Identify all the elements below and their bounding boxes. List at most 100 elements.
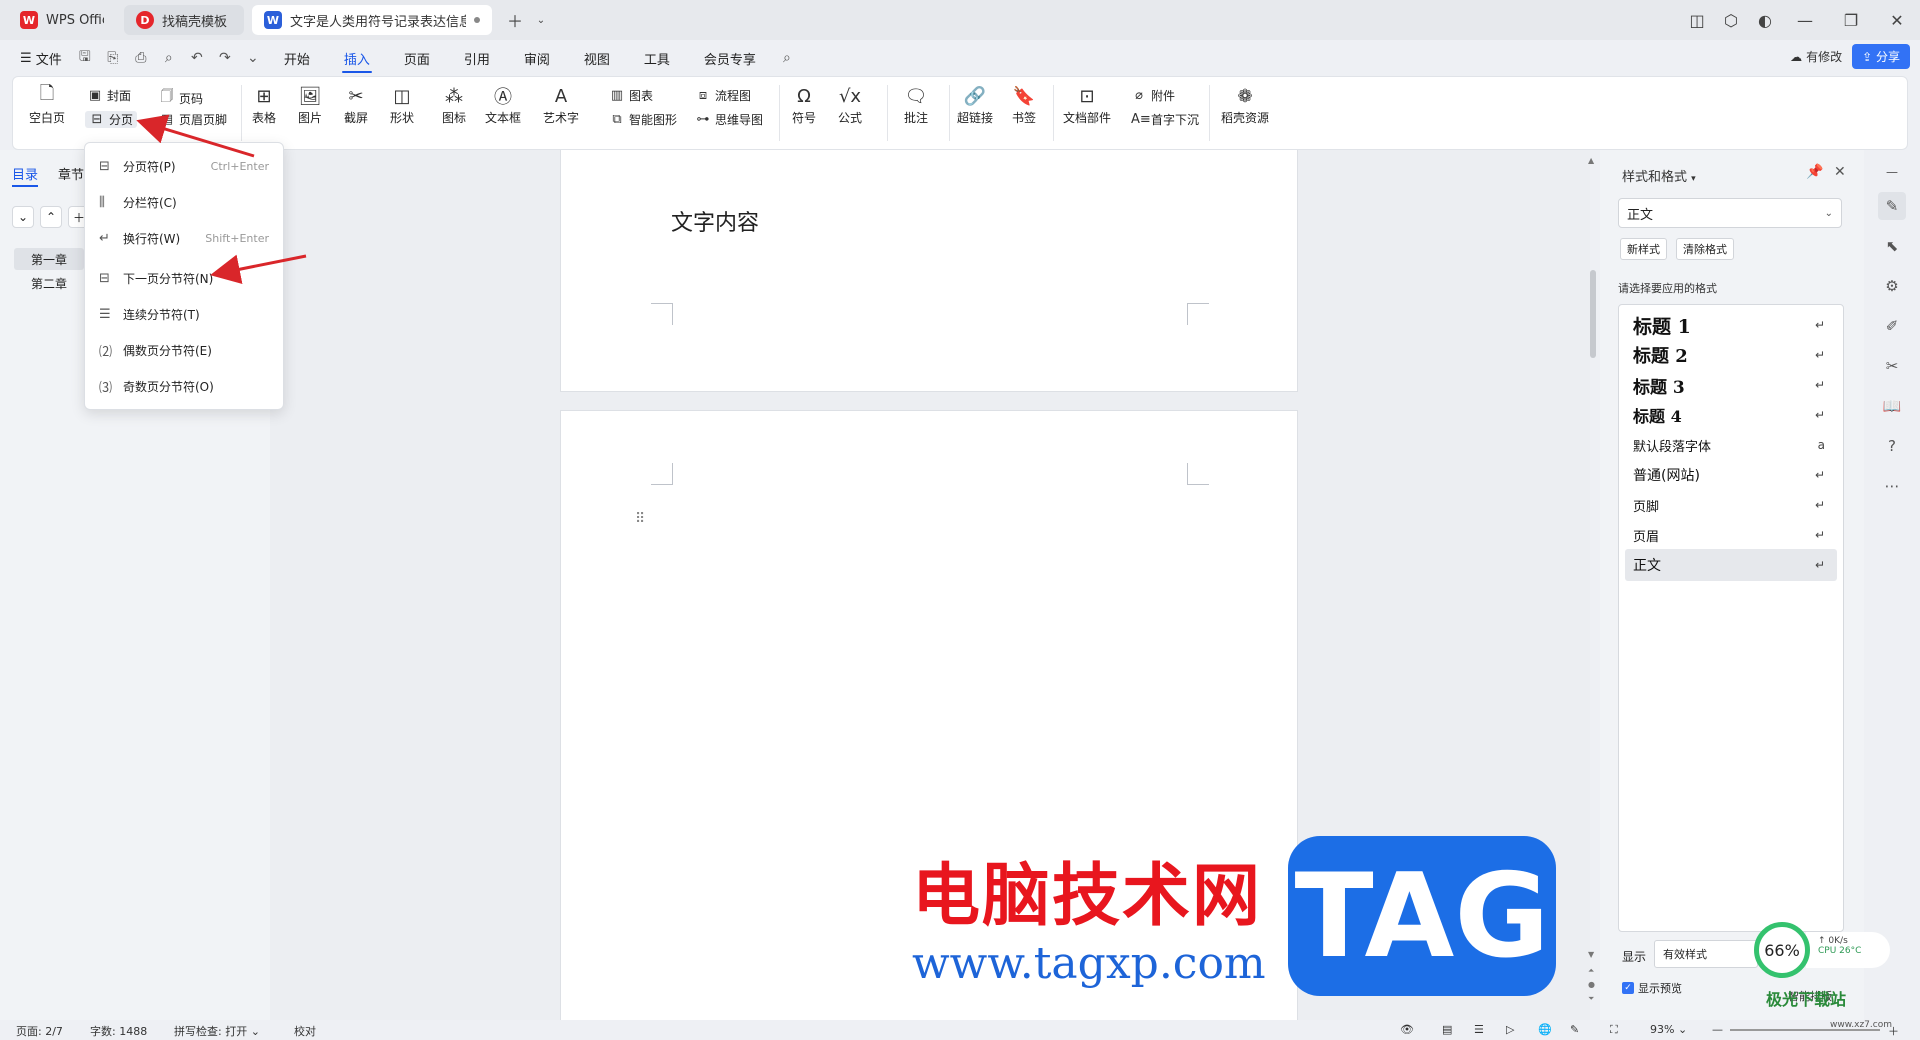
header-footer-button[interactable]: ▤ 页眉页脚 bbox=[159, 111, 227, 128]
close-window-icon[interactable]: ✕ bbox=[1874, 0, 1920, 40]
shape-button[interactable]: ◫ 形状 bbox=[389, 83, 415, 126]
show-preview-checkbox[interactable]: ✓ 显示预览 bbox=[1622, 980, 1682, 996]
save-icon[interactable]: 🖫 bbox=[74, 47, 96, 69]
word-count[interactable]: 字数: 1488 bbox=[90, 1023, 147, 1039]
flowchart-button[interactable]: ⧈ 流程图 bbox=[695, 87, 751, 104]
tab-template[interactable]: D 找稿壳模板 bbox=[124, 5, 244, 35]
chart-button[interactable]: ▥ 图表 bbox=[609, 87, 653, 104]
minimize-icon[interactable]: — bbox=[1782, 0, 1828, 40]
search-icon[interactable]: ⌕ bbox=[776, 47, 798, 69]
zoom-out-icon[interactable]: — bbox=[1712, 1023, 1723, 1036]
menu-insert[interactable]: 插入 bbox=[330, 43, 384, 73]
menu-home[interactable]: 开始 bbox=[270, 43, 324, 73]
wordart-button[interactable]: A 艺术字 bbox=[543, 83, 579, 126]
screenshot-button[interactable]: ✂ 截屏 bbox=[343, 83, 369, 126]
tab-document[interactable]: W 文字是人类用符号记录表达信息以 bbox=[252, 5, 492, 35]
page-count[interactable]: 页面: 2/7 bbox=[16, 1023, 63, 1039]
outline-view-icon[interactable]: ☰ bbox=[1474, 1023, 1484, 1036]
restore-icon[interactable]: ❐ bbox=[1828, 0, 1874, 40]
cube-icon[interactable]: ⬡ bbox=[1714, 0, 1748, 40]
hyperlink-button[interactable]: 🔗 超链接 bbox=[957, 83, 993, 126]
panel-title[interactable]: 样式和格式 ▾ bbox=[1622, 166, 1696, 185]
textbox-button[interactable]: Ⓐ 文本框 bbox=[485, 83, 521, 126]
menu-item-continuous-section[interactable]: ☰ 连续分节符(T) bbox=[85, 299, 283, 329]
new-tab-icon[interactable]: ＋ bbox=[498, 0, 532, 40]
style-body[interactable]: 正文 ↵ bbox=[1625, 549, 1837, 581]
page-number-button[interactable]: 🗍 页码 bbox=[159, 87, 204, 109]
print-preview-icon[interactable]: ⌕ bbox=[158, 47, 180, 69]
bookmark-button[interactable]: 🔖 书签 bbox=[1011, 83, 1037, 126]
cover-button[interactable]: ▣ 封面 bbox=[87, 87, 131, 104]
menu-review[interactable]: 审阅 bbox=[510, 43, 564, 73]
resources-button[interactable]: ❁ 稻壳资源 bbox=[1221, 83, 1269, 126]
cpu-monitor-widget[interactable]: ↑ 0K/s CPU 26°C 66% bbox=[1754, 922, 1900, 986]
redo-icon[interactable]: ↷ bbox=[214, 47, 236, 69]
spell-check[interactable]: 拼写检查: 打开 ⌄ bbox=[174, 1023, 260, 1039]
mindmap-button[interactable]: ⊶ 思维导图 bbox=[695, 111, 764, 128]
unsaved-dot-icon[interactable] bbox=[474, 17, 480, 23]
properties-icon[interactable]: ⚙ bbox=[1878, 272, 1906, 300]
quick-access-chevron-icon[interactable]: ⌄ bbox=[242, 47, 264, 69]
menu-view[interactable]: 视图 bbox=[570, 43, 624, 73]
chapter-item[interactable]: 第一章 bbox=[14, 248, 84, 270]
clear-format-button[interactable]: 清除格式 bbox=[1676, 238, 1734, 260]
export-icon[interactable]: ⎘ bbox=[102, 47, 124, 69]
help-icon[interactable]: ? bbox=[1878, 432, 1906, 460]
prev-page-icon[interactable]: ⏶ bbox=[1588, 966, 1594, 976]
style-default-font[interactable]: 默认段落字体 a bbox=[1625, 429, 1837, 461]
vertical-scrollbar[interactable]: ▲ ▼ ⏶ ● ⏷ bbox=[1586, 150, 1600, 1020]
style-normal-web[interactable]: 普通(网站) ↵ bbox=[1625, 459, 1837, 491]
current-style-select[interactable]: 正文 ⌄ bbox=[1618, 198, 1842, 228]
zoom-level[interactable]: 93% ⌄ bbox=[1650, 1023, 1687, 1036]
play-icon[interactable]: ▷ bbox=[1506, 1023, 1514, 1036]
menu-item-page-break[interactable]: ⊟ 分页符(P) Ctrl+Enter bbox=[85, 151, 283, 181]
scroll-down-icon[interactable]: ▼ bbox=[1588, 950, 1594, 959]
page-text[interactable]: 文字内容 bbox=[671, 205, 759, 237]
chapter-item[interactable]: 第二章 bbox=[14, 272, 84, 294]
style-header[interactable]: 页眉 ↵ bbox=[1625, 519, 1837, 551]
style-footer[interactable]: 页脚 ↵ bbox=[1625, 489, 1837, 521]
picture-button[interactable]: 🖼 图片 bbox=[297, 83, 323, 126]
drop-cap-button[interactable]: A≡ 首字下沉 bbox=[1131, 111, 1199, 128]
select-browse-icon[interactable]: ● bbox=[1588, 980, 1595, 989]
expand-up-icon[interactable]: ⌃ bbox=[40, 206, 62, 228]
avatar[interactable]: ◐ bbox=[1748, 0, 1782, 40]
close-icon[interactable]: ✕ bbox=[1834, 164, 1846, 180]
formula-button[interactable]: √x 公式 bbox=[837, 83, 863, 126]
menu-item-odd-page-section[interactable]: ⑶ 奇数页分节符(O) bbox=[85, 371, 283, 401]
tools-icon[interactable]: ✂ bbox=[1878, 352, 1906, 380]
more-icon[interactable]: ⋯ bbox=[1878, 472, 1906, 500]
tab-wps-office[interactable]: W WPS Office bbox=[8, 5, 116, 35]
fit-page-icon[interactable]: ⛶ bbox=[1610, 1023, 1618, 1037]
tab-chapter[interactable]: 章节 bbox=[58, 164, 84, 183]
doc-parts-button[interactable]: ⊡ 文档部件 bbox=[1063, 83, 1111, 126]
page-break-button[interactable]: ⊟ 分页 bbox=[85, 111, 138, 128]
style-brush-icon[interactable]: ✎ bbox=[1878, 192, 1906, 220]
web-view-icon[interactable]: 🌐 bbox=[1538, 1023, 1552, 1036]
menu-item-even-page-section[interactable]: ⑵ 偶数页分节符(E) bbox=[85, 335, 283, 365]
book-icon[interactable]: 📖 bbox=[1878, 392, 1906, 420]
scroll-up-icon[interactable]: ▲ bbox=[1588, 156, 1594, 165]
show-style-select[interactable]: 有效样式 bbox=[1654, 940, 1758, 968]
new-style-button[interactable]: 新样式 bbox=[1620, 238, 1667, 260]
undo-icon[interactable]: ↶ bbox=[186, 47, 208, 69]
smart-graphic-button[interactable]: ⧉ 智能图形 bbox=[609, 111, 677, 128]
menu-item-next-page-section[interactable]: ⊟ 下一页分节符(N) bbox=[85, 263, 283, 293]
menu-item-line-break[interactable]: ↵ 换行符(W) Shift+Enter bbox=[85, 223, 283, 253]
modified-indicator[interactable]: ☁ 有修改 bbox=[1790, 48, 1842, 65]
tab-toc[interactable]: 目录 bbox=[12, 164, 39, 187]
menu-page[interactable]: 页面 bbox=[390, 43, 444, 73]
menu-references[interactable]: 引用 bbox=[450, 43, 504, 73]
layout-icon[interactable]: ◫ bbox=[1680, 0, 1714, 40]
collapse-all-icon[interactable]: ⌄ bbox=[12, 206, 34, 228]
document-page[interactable]: 文字内容 bbox=[560, 150, 1298, 392]
edit-icon[interactable]: ✐ bbox=[1878, 312, 1906, 340]
tab-list-chevron-icon[interactable]: ⌄ bbox=[532, 0, 550, 40]
share-button[interactable]: ⇪ 分享 bbox=[1852, 44, 1910, 69]
attachment-button[interactable]: ⌀ 附件 bbox=[1131, 87, 1175, 104]
comment-button[interactable]: 🗨 批注 bbox=[903, 83, 929, 126]
style-heading-4[interactable]: 标题 4 ↵ bbox=[1625, 399, 1837, 431]
proofread[interactable]: 校对 bbox=[294, 1023, 316, 1039]
style-heading-2[interactable]: 标题 2 ↵ bbox=[1625, 339, 1837, 371]
blank-page-button[interactable]: 🗋 空白页 bbox=[29, 83, 65, 126]
